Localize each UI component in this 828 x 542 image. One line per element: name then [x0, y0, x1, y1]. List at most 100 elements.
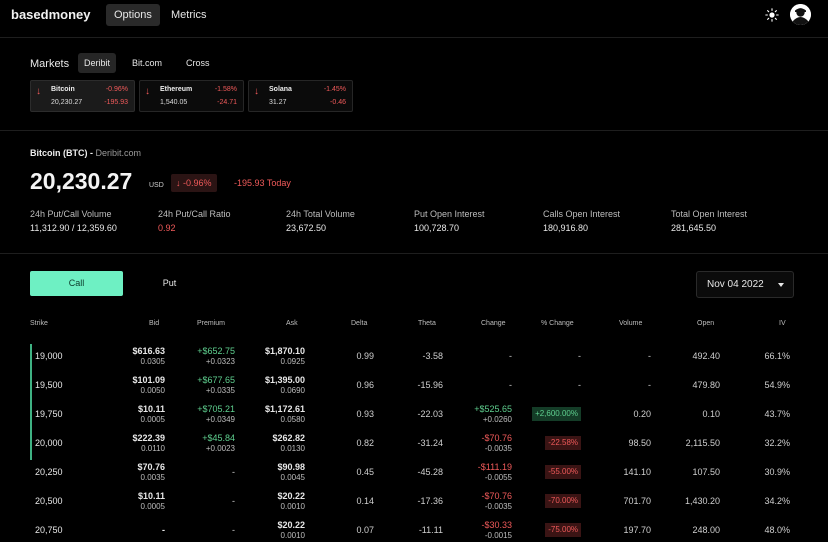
premium-value: +$677.65: [197, 375, 235, 385]
ask-sub: 0.0010: [280, 531, 305, 540]
strike-value: 19,000: [35, 351, 63, 361]
theta-value: -3.58: [422, 351, 443, 361]
put-tab[interactable]: Put: [123, 271, 216, 296]
pct-change-badge: +2,600.00%: [532, 407, 581, 421]
pct-change-badge: ↓ -0.96%: [171, 174, 217, 192]
market-change: -195.93: [104, 99, 128, 106]
ask-value: $90.98: [277, 462, 305, 472]
arrow-down-icon: ↓: [254, 86, 259, 97]
tab-cross[interactable]: Cross: [180, 53, 216, 73]
avatar-icon[interactable]: [790, 4, 811, 25]
ask-sub: 0.0690: [280, 386, 305, 395]
market-pct: -1.58%: [214, 86, 237, 93]
open-interest-value: 479.80: [692, 380, 720, 390]
volume-value: 197.70: [623, 525, 651, 535]
delta-value: 0.93: [356, 409, 374, 419]
stat-label: 24h Put/Call Ratio: [158, 209, 231, 219]
market-pct: -0.96%: [105, 86, 128, 93]
theta-value: -11.11: [418, 525, 443, 535]
call-tab[interactable]: Call: [30, 271, 123, 296]
change-sub: -0.0015: [484, 531, 512, 540]
market-card-solana[interactable]: ↓ Solana -1.45% 31.27 -0.46: [248, 80, 353, 112]
market-card-bitcoin[interactable]: ↓ Bitcoin -0.96% 20,230.27 -195.93: [30, 80, 135, 112]
volume-value: 0.20: [633, 409, 651, 419]
bid-value: $101.09: [132, 375, 165, 385]
market-change: -24.71: [217, 99, 237, 106]
change-sub: -0.0035: [484, 502, 512, 511]
theta-value: -15.96: [417, 380, 443, 390]
nav-options[interactable]: Options: [106, 4, 160, 26]
ask-value: $1,172.61: [264, 404, 305, 414]
stat-value: 281,645.50: [671, 223, 717, 233]
ask-value: $20.22: [277, 520, 305, 530]
stat-value: 100,728.70: [414, 223, 460, 233]
stat-label: 24h Total Volume: [286, 209, 355, 219]
iv-value: 54.9%: [764, 380, 790, 390]
change-sub: -0.0035: [484, 444, 512, 453]
col-pct-change: % Change: [541, 320, 574, 327]
open-interest-value: 107.50: [692, 467, 720, 477]
brand-logo[interactable]: basedmoney: [11, 7, 90, 22]
top-bar: basedmoney Options Metrics: [0, 0, 828, 38]
pct-change-value: -: [578, 351, 581, 361]
ask-sub: 0.0010: [280, 502, 305, 511]
tab-bitcom[interactable]: Bit.com: [126, 53, 168, 73]
pct-change-badge: -75.00%: [545, 523, 581, 537]
market-pct: -1.45%: [323, 86, 346, 93]
delta-value: 0.07: [356, 525, 374, 535]
premium-value: +$45.84: [202, 433, 235, 443]
change-value: -$70.76: [481, 491, 512, 501]
current-price: 20,230.27: [30, 168, 133, 194]
iv-value: 30.9%: [764, 467, 790, 477]
markets-section: Markets Deribit Bit.com Cross ↓ Bitcoin …: [0, 39, 828, 131]
theta-value: -31.24: [417, 438, 443, 448]
premium-sub: +0.0323: [205, 357, 235, 366]
market-change: -0.46: [330, 99, 346, 106]
volume-value: 141.10: [623, 467, 651, 477]
open-interest-value: 492.40: [692, 351, 720, 361]
summary-section: Bitcoin (BTC) - Deribit.com 20,230.27 US…: [0, 131, 828, 254]
bid-sub: 0.0110: [141, 444, 165, 453]
iv-value: 48.0%: [764, 525, 790, 535]
arrow-down-icon: ↓: [176, 178, 181, 188]
source-link[interactable]: Deribit.com: [96, 148, 142, 158]
pct-change-value: -: [578, 380, 581, 390]
iv-value: 34.2%: [764, 496, 790, 506]
theta-value: -45.28: [417, 467, 443, 477]
arrow-down-icon: ↓: [36, 86, 41, 97]
tab-deribit[interactable]: Deribit: [78, 53, 117, 73]
bid-sub: 0.0005: [140, 415, 165, 424]
strike-value: 19,750: [35, 409, 63, 419]
open-interest-value: 248.00: [692, 525, 720, 535]
bid-value: $222.39: [132, 433, 165, 443]
expiry-select[interactable]: Nov 04 2022: [696, 271, 794, 298]
change-value: -: [509, 380, 512, 390]
col-change: Change: [481, 320, 506, 327]
premium-sub: +0.0349: [205, 415, 235, 424]
delta-value: 0.14: [356, 496, 374, 506]
in-the-money-indicator: [30, 344, 32, 460]
bid-sub: 0.0050: [140, 386, 165, 395]
premium-sub: +0.0023: [205, 444, 235, 453]
market-name: Ethereum: [160, 86, 193, 93]
ask-sub: 0.0580: [280, 415, 305, 424]
delta-value: 0.45: [356, 467, 374, 477]
nav-metrics[interactable]: Metrics: [163, 4, 214, 26]
sun-icon[interactable]: [765, 8, 779, 22]
stat-label: 24h Put/Call Volume: [30, 209, 112, 219]
volume-value: -: [648, 380, 651, 390]
ask-sub: 0.0045: [280, 473, 305, 482]
iv-value: 32.2%: [764, 438, 790, 448]
stat-value: 0.92: [158, 223, 176, 233]
strike-value: 20,500: [35, 496, 63, 506]
premium-value: +$652.75: [197, 346, 235, 356]
open-interest-value: 2,115.50: [685, 438, 720, 448]
market-card-ethereum[interactable]: ↓ Ethereum -1.58% 1,540.05 -24.71: [139, 80, 244, 112]
pct-change-value: -0.96%: [183, 178, 212, 188]
expiry-value: Nov 04 2022: [707, 279, 764, 290]
volume-value: 701.70: [623, 496, 651, 506]
market-price: 1,540.05: [160, 99, 188, 106]
premium-value: -: [232, 467, 235, 477]
market-price: 20,230.27: [51, 99, 83, 106]
market-price: 31.27: [269, 99, 287, 106]
